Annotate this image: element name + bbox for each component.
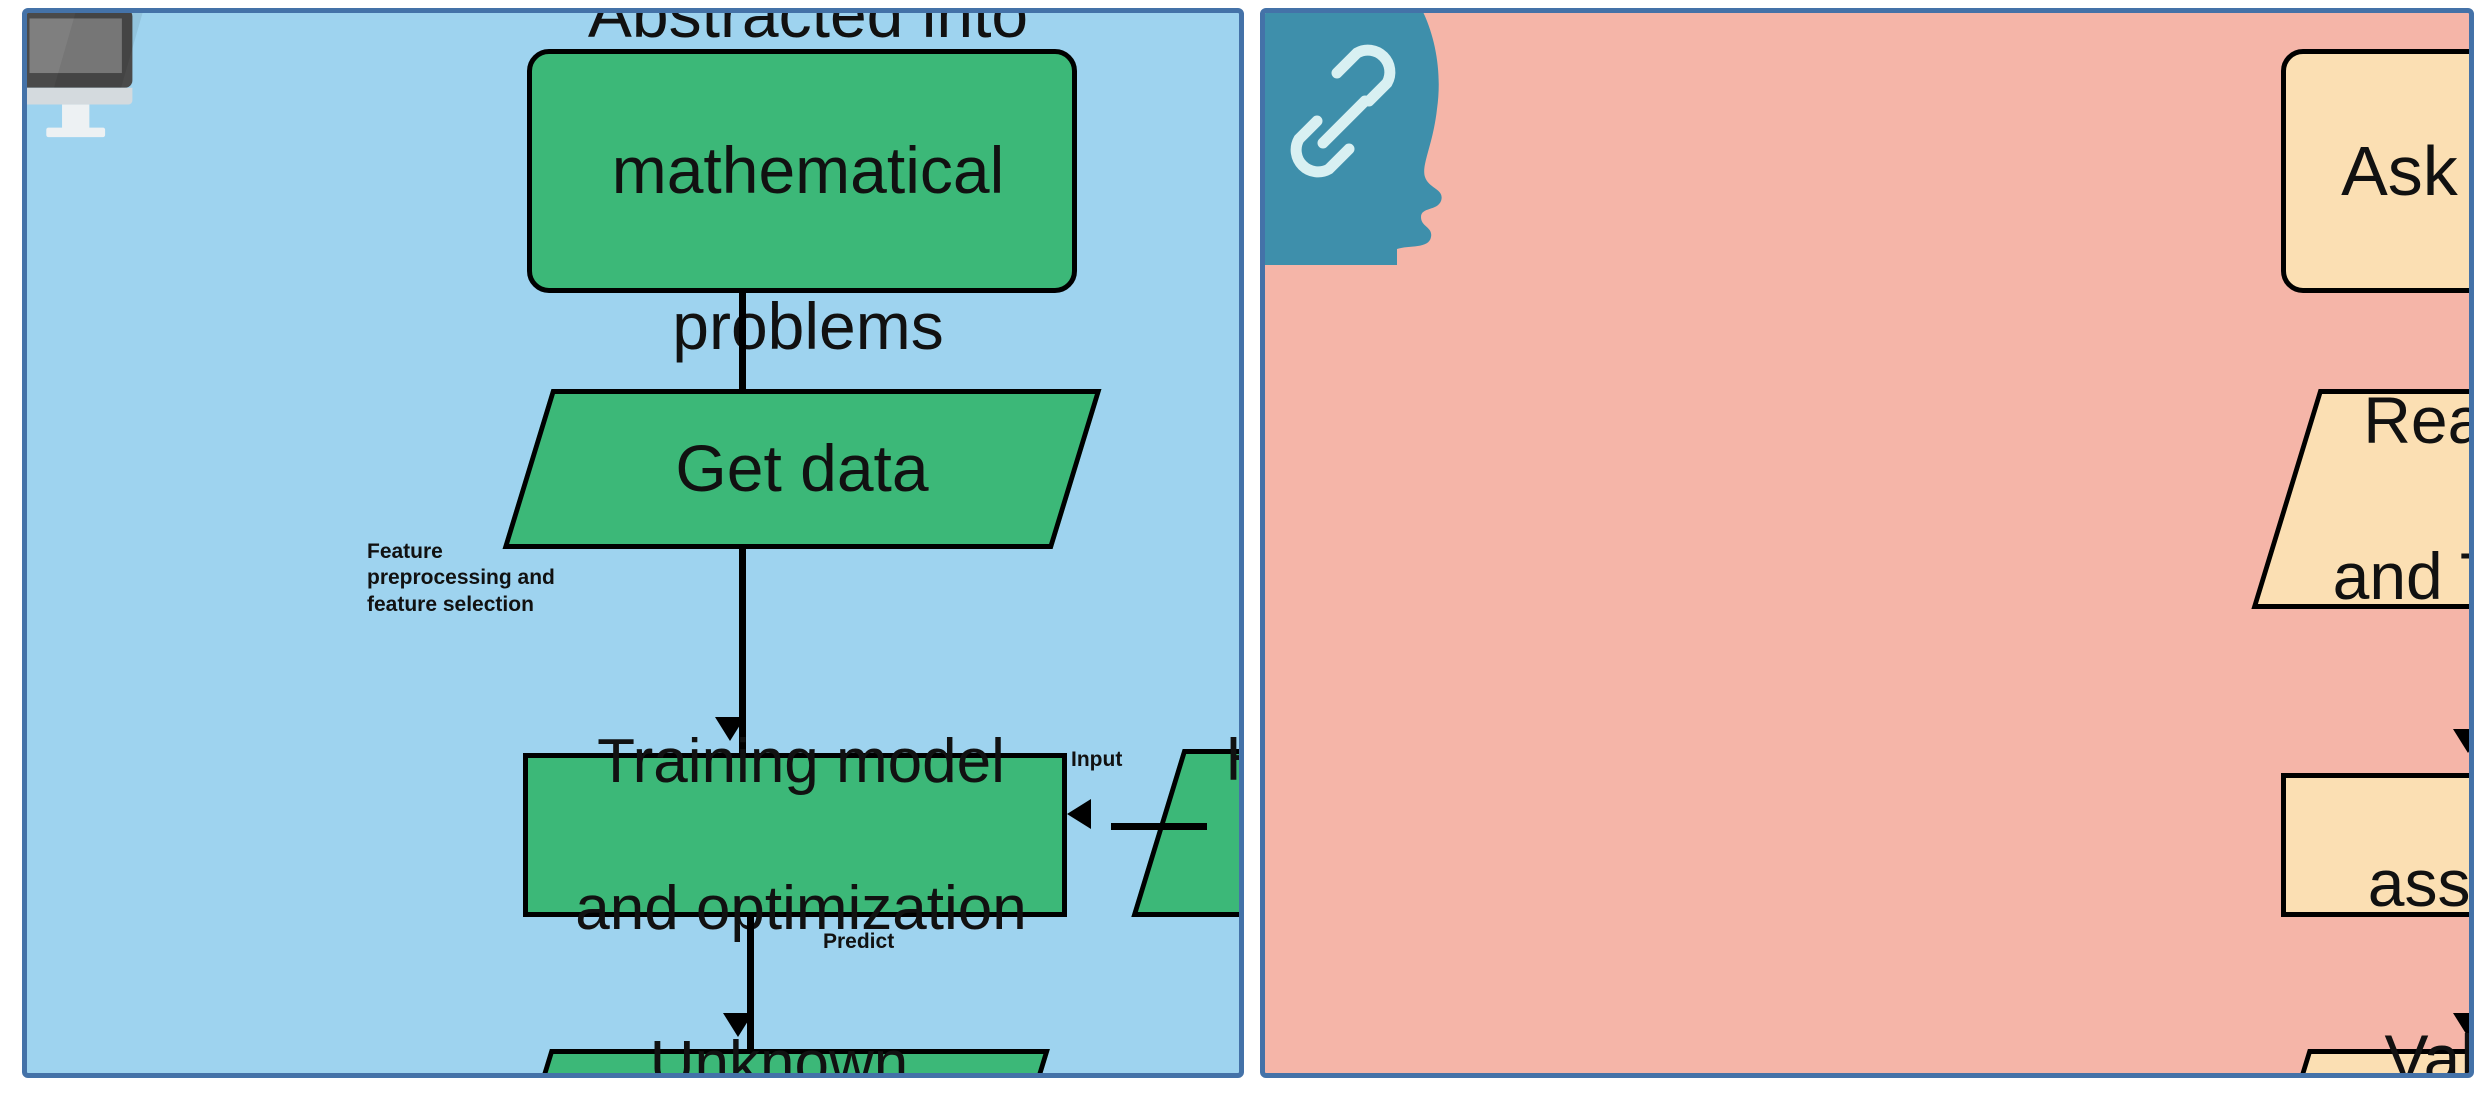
node-label: Make assumptions — [2367, 846, 2471, 920]
node-label: Unknownattribute — [523, 1027, 1023, 1073]
edge-label-feature-preprocessing: Feature preprocessing and feature select… — [367, 539, 737, 618]
node-label: Get data — [675, 431, 929, 506]
node-label-line2: and Thinking — [2332, 538, 2469, 613]
node-label-line1: Abstracted into — [587, 8, 1029, 52]
diagram-canvas: Abstracted into mathematical problems Get … — [0, 0, 2486, 1101]
arrowhead-left — [1067, 799, 1091, 829]
node-label: Validationresults — [2281, 1020, 2474, 1078]
node-label: Reasoning and Thinking — [2285, 382, 2469, 616]
edge-label-line1: Feature — [367, 540, 443, 563]
node-reasoning-and-thinking[interactable]: Reasoning and Thinking — [2251, 383, 2469, 613]
edge-label-predict: Predict — [823, 929, 894, 955]
node-label: Historical data — [1157, 723, 1239, 943]
head-with-link-icon — [1265, 13, 1493, 269]
node-label-line1: Historical — [1163, 723, 1239, 796]
node-training-model-and-optimization[interactable]: Training model and optimization — [523, 727, 1067, 943]
arrowhead-down — [2453, 729, 2469, 753]
edge-label-line3: feature selection — [367, 592, 534, 616]
node-label-line1: Reasoning — [2363, 383, 2469, 458]
node-ask-questions[interactable]: Ask questions — [2281, 49, 2469, 293]
edge-label-input: Input — [1071, 747, 1122, 773]
monitor-icon — [27, 13, 271, 278]
node-abstracted-into-mathematical-problems[interactable]: Abstracted into mathematical problems — [527, 13, 1077, 363]
node-label: Ask questions — [2341, 131, 2469, 210]
edge-label-line2: preprocessing and — [367, 566, 555, 590]
edge-label-text: Predict — [823, 930, 895, 953]
node-get-data[interactable]: Get data — [502, 389, 1102, 549]
node-label-line1: Unknown — [649, 1029, 909, 1078]
node-label-line2: data — [1163, 870, 1239, 943]
node-label-line3: problems — [672, 288, 944, 363]
node-historical-data[interactable]: Historicaldata — [1131, 725, 1239, 917]
node-label-line1: Training model — [597, 727, 1005, 797]
panel-machine-learning: Abstracted into mathematical problems Get … — [22, 8, 1244, 1078]
edge-label-text: Input — [1071, 748, 1123, 771]
node-label-line1: Validation — [2384, 1021, 2474, 1078]
node-validation-results[interactable]: Validationresults — [2254, 1021, 2469, 1073]
node-unknown-attribute[interactable]: Unknownattribute — [496, 1029, 1050, 1073]
node-label-line2: and optimization — [575, 873, 1027, 943]
head-icon-svg — [1265, 13, 1442, 269]
node-label: Abstracted into mathematical problems — [532, 13, 1072, 366]
node-make-assumptions[interactable]: Make assumptions — [2281, 773, 2469, 920]
panel-human-thinking: Ask questions Induce Reasoningand Thinki… — [1260, 8, 2474, 1078]
node-label-line2: mathematical — [611, 133, 1005, 208]
node-label: Training model and optimization — [528, 725, 1062, 944]
